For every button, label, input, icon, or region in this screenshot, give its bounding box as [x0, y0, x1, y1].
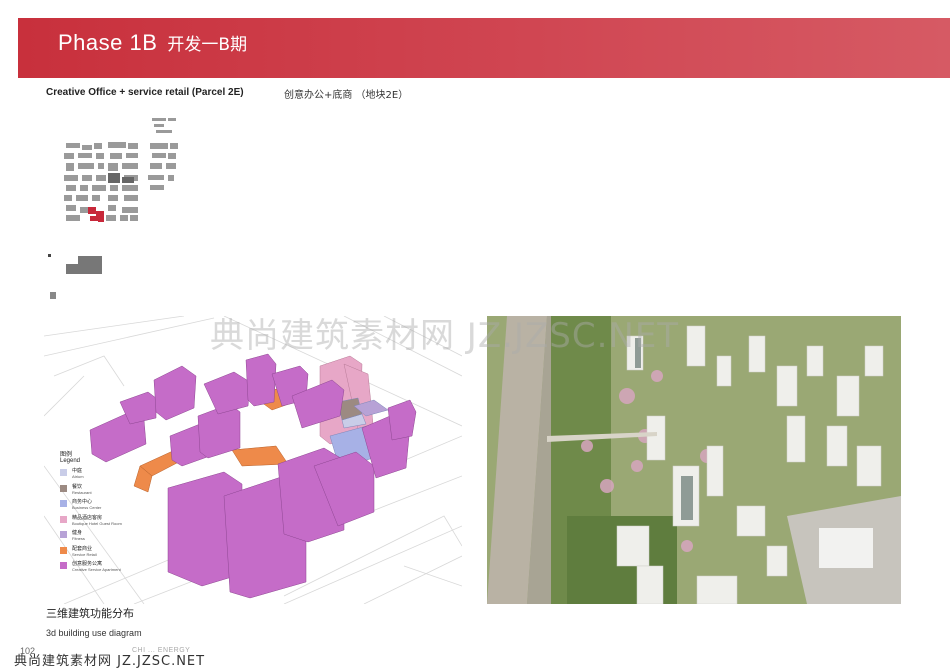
legend-item-boutique-hotel: 精品酒店客房 Boutique Hotel Guest Room: [60, 515, 180, 531]
legend-label-en: Creative Service Apartment: [72, 567, 121, 572]
legend-label-en: Restaurant: [72, 489, 92, 495]
legend-item-atrium: 中庭 Atrium: [60, 468, 180, 484]
header-band: Phase 1B 开发一B期: [18, 18, 950, 78]
legend-item-service-retail: 配套商业 Service Retail: [60, 546, 180, 562]
scale-mark-icon: [48, 254, 102, 274]
north-mark-icon: [50, 292, 56, 299]
subtitle-cn: 创意办公+底商 （地块2E）: [284, 90, 409, 101]
legend-swatch: [60, 500, 67, 507]
page-title: Phase 1B 开发一B期: [58, 30, 247, 56]
diagram-caption-cn: 三维建筑功能分布: [46, 607, 134, 620]
legend-label-en: Boutique Hotel Guest Room: [72, 520, 122, 526]
page-title-en: Phase 1B: [58, 30, 158, 55]
legend-label-en: Fitness: [72, 536, 85, 541]
watermark-text: 典尚建筑素材网 JZ.JZSC.NET: [210, 316, 680, 356]
legend-swatch: [60, 484, 67, 492]
legend-swatch: [60, 546, 67, 554]
legend-swatch: [60, 562, 67, 569]
legend-item-business-center: 商务中心 Business Center: [60, 499, 180, 515]
site-key-map: [64, 118, 178, 222]
aerial-rendering-image: [487, 316, 901, 604]
page-title-cn: 开发一B期: [167, 35, 248, 55]
diagram-legend: 图例 Legend 中庭 Atrium 餐饮 Restaurant 商务中心 Busi…: [60, 449, 180, 577]
legend-swatch: [60, 531, 67, 538]
diagram-caption-en: 3d building use diagram: [46, 628, 142, 638]
legend-item-fitness: 健身 Fitness: [60, 530, 180, 546]
legend-title-en: Legend: [60, 458, 81, 464]
legend-item-restaurant: 餐饮 Restaurant: [60, 484, 180, 500]
legend-label-en: Business Center: [72, 505, 102, 510]
legend-swatch: [60, 469, 67, 476]
legend-label-en: Atrium: [72, 474, 84, 479]
legend-title-cn: 图例: [60, 451, 73, 458]
subtitle-en: Creative Office + service retail (Parcel…: [46, 87, 244, 98]
legend-label-en: Service Retail: [72, 551, 97, 557]
legend-item-creative-apartment: 创意服务公寓 Creative Service Apartment: [60, 561, 180, 577]
legend-swatch: [60, 515, 67, 523]
footer-watermark: 典尚建筑素材网 JZ.JZSC.NET: [14, 654, 206, 669]
